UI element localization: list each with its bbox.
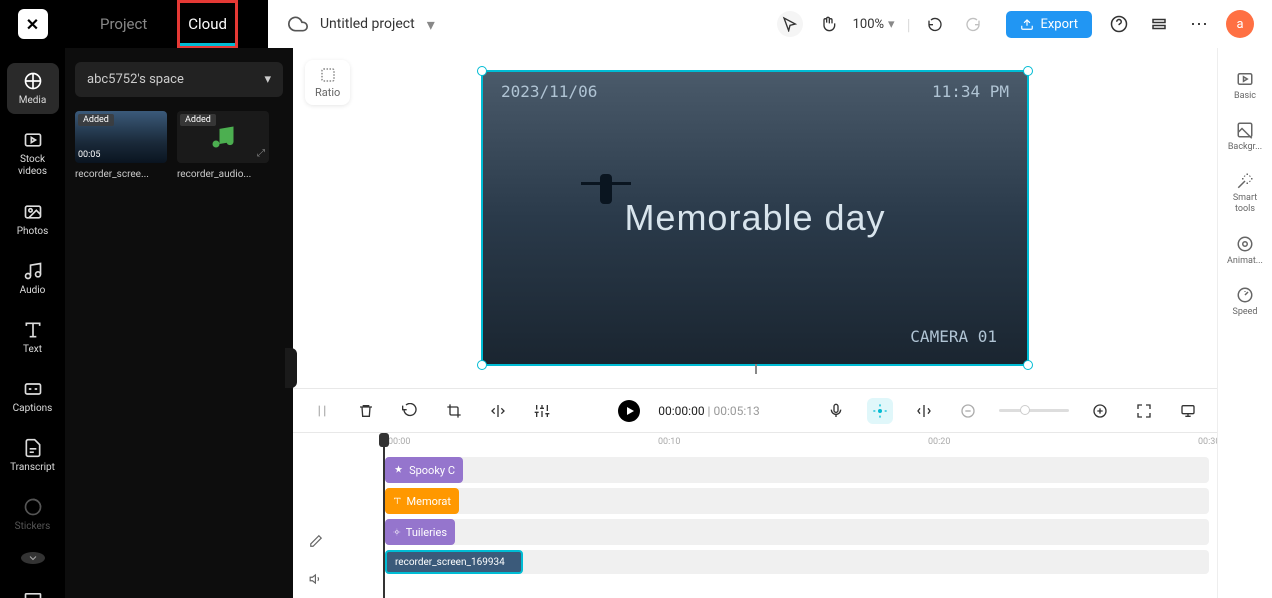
video-preview[interactable]: 2023/11/06 11:34 PM Memorable day CAMERA… bbox=[481, 70, 1029, 366]
tab-project[interactable]: Project bbox=[100, 0, 147, 48]
play-button[interactable] bbox=[618, 400, 640, 422]
auto-caption-icon[interactable] bbox=[867, 398, 893, 424]
clip-spooky[interactable]: Spooky C bbox=[385, 457, 463, 483]
zoom-out-icon[interactable] bbox=[955, 398, 981, 424]
mirror-icon[interactable] bbox=[485, 398, 511, 424]
right-speed[interactable]: Speed bbox=[1223, 278, 1267, 325]
media-item-audio[interactable]: Added ⤢ recorder_audio... bbox=[177, 111, 269, 180]
media-item-video[interactable]: Added 00:05 recorder_scree... bbox=[75, 111, 167, 180]
zoom-slider[interactable] bbox=[999, 409, 1069, 412]
more-icon[interactable]: ⋯ bbox=[1186, 11, 1212, 37]
tab-cloud[interactable]: Cloud bbox=[177, 0, 238, 48]
clip-tuileries[interactable]: Tuileries bbox=[385, 519, 455, 545]
space-dropdown[interactable]: abc5752's space ▾ bbox=[75, 62, 283, 97]
right-basic[interactable]: Basic bbox=[1223, 62, 1267, 109]
rotate-icon[interactable] bbox=[397, 398, 423, 424]
playhead[interactable] bbox=[383, 435, 385, 598]
resize-handle[interactable] bbox=[1023, 66, 1033, 76]
rail-collapse-icon[interactable] bbox=[21, 552, 45, 564]
rail-text[interactable]: Text bbox=[7, 312, 59, 363]
clip-memorable[interactable]: Memorat bbox=[385, 488, 459, 514]
time-display: 00:00:00 | 00:05:13 bbox=[658, 404, 759, 418]
ruler-mark: 00:20 bbox=[928, 437, 950, 447]
hand-tool-icon[interactable] bbox=[815, 11, 841, 37]
ruler-mark: 00:30 bbox=[1198, 437, 1217, 447]
help-icon[interactable] bbox=[1106, 11, 1132, 37]
display-icon[interactable] bbox=[1175, 398, 1201, 424]
rail-stock-videos[interactable]: Stock videos bbox=[7, 122, 59, 186]
clip-video[interactable]: recorder_screen_169934 bbox=[385, 550, 523, 574]
added-badge: Added bbox=[78, 114, 114, 126]
resize-handle[interactable] bbox=[1023, 360, 1033, 370]
right-background[interactable]: Backgr... bbox=[1223, 113, 1267, 160]
rail-media[interactable]: Media bbox=[7, 63, 59, 114]
project-dropdown-icon[interactable]: ▾ bbox=[427, 15, 435, 34]
export-button[interactable]: Export bbox=[1006, 11, 1092, 38]
track-mute-icon[interactable] bbox=[303, 566, 329, 592]
music-icon bbox=[209, 123, 237, 151]
timeline[interactable]: 00:00 00:10 00:20 00:30 Spooky C Memorat… bbox=[293, 432, 1217, 598]
track-row[interactable]: Spooky C bbox=[385, 457, 1209, 483]
split-view-icon[interactable] bbox=[911, 398, 937, 424]
overlay-title: Memorable day bbox=[624, 197, 885, 239]
right-animation[interactable]: Animat... bbox=[1223, 227, 1267, 274]
media-name: recorder_scree... bbox=[75, 169, 167, 180]
rail-stickers[interactable]: Stickers bbox=[7, 489, 59, 540]
user-avatar[interactable]: a bbox=[1226, 10, 1254, 38]
expand-icon[interactable]: ⤢ bbox=[257, 148, 265, 159]
fullscreen-icon[interactable] bbox=[1131, 398, 1157, 424]
rail-captions[interactable]: Captions bbox=[7, 371, 59, 422]
duration-label: 00:05 bbox=[78, 150, 100, 160]
overlay-time: 11:34 PM bbox=[932, 82, 1009, 101]
rail-photos[interactable]: Photos bbox=[7, 194, 59, 245]
delete-icon[interactable] bbox=[353, 398, 379, 424]
redo-icon[interactable] bbox=[960, 11, 986, 37]
overlay-camera: CAMERA 01 bbox=[910, 327, 997, 346]
split-icon[interactable] bbox=[309, 398, 335, 424]
track-row[interactable]: recorder_screen_169934 bbox=[385, 550, 1209, 574]
cloud-icon bbox=[288, 14, 308, 34]
adjust-icon[interactable] bbox=[529, 398, 555, 424]
track-row[interactable]: Tuileries bbox=[385, 519, 1209, 545]
ruler-mark: 00:00 bbox=[388, 437, 410, 447]
layers-icon[interactable] bbox=[1146, 11, 1172, 37]
media-name: recorder_audio... bbox=[177, 169, 269, 180]
mic-icon[interactable] bbox=[823, 398, 849, 424]
resize-handle[interactable] bbox=[477, 360, 487, 370]
preview-silhouette bbox=[581, 174, 631, 244]
rail-transcript[interactable]: Transcript bbox=[7, 430, 59, 481]
track-edit-icon[interactable] bbox=[303, 528, 329, 554]
resize-handle[interactable] bbox=[477, 66, 487, 76]
chevron-down-icon: ▾ bbox=[264, 72, 271, 87]
app-logo[interactable]: ✕ bbox=[18, 9, 48, 39]
preview-playhead bbox=[755, 364, 757, 374]
ratio-button[interactable]: Ratio bbox=[305, 60, 350, 105]
zoom-level[interactable]: 100% ▾ bbox=[853, 17, 895, 32]
project-title[interactable]: Untitled project bbox=[320, 16, 415, 32]
ruler-mark: 00:10 bbox=[658, 437, 680, 447]
rail-keyboard[interactable] bbox=[7, 580, 59, 598]
zoom-in-icon[interactable] bbox=[1087, 398, 1113, 424]
track-row[interactable]: Memorat bbox=[385, 488, 1209, 514]
pointer-tool-icon[interactable] bbox=[777, 11, 803, 37]
right-smart-tools[interactable]: Smart tools bbox=[1223, 164, 1267, 223]
crop-icon[interactable] bbox=[441, 398, 467, 424]
rail-audio[interactable]: Audio bbox=[7, 253, 59, 304]
overlay-date: 2023/11/06 bbox=[501, 82, 597, 101]
added-badge: Added bbox=[180, 114, 216, 126]
undo-icon[interactable] bbox=[922, 11, 948, 37]
